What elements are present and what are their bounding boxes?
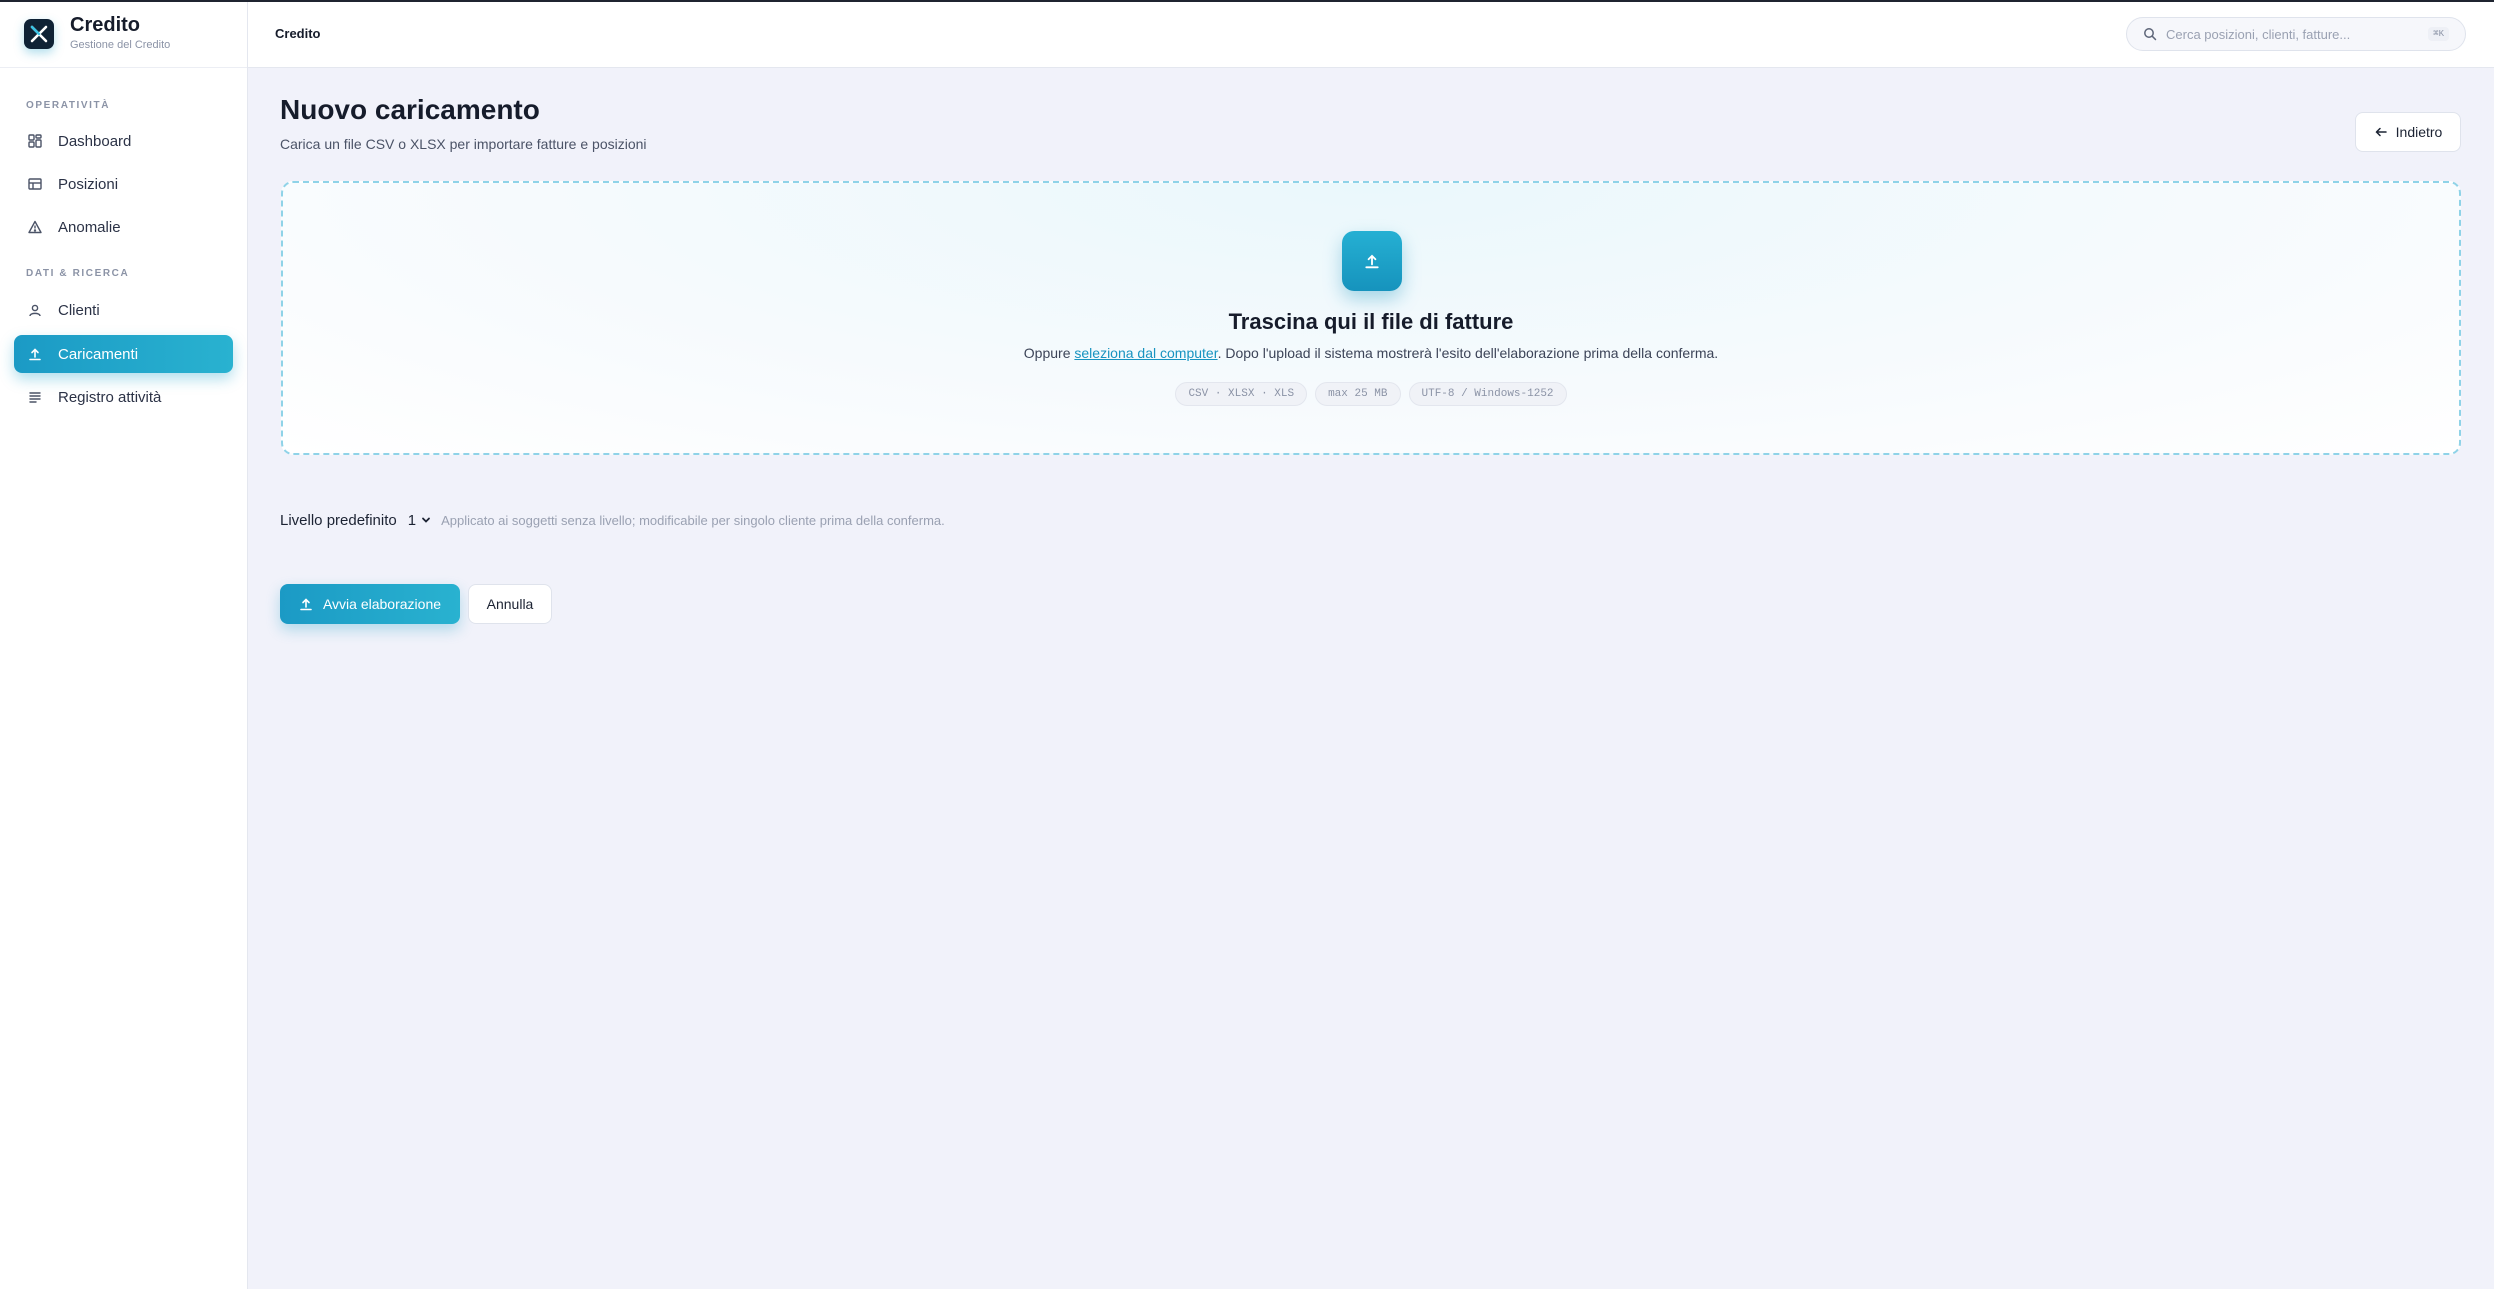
back-button-label: Indietro — [2395, 124, 2443, 140]
app-subtitle: Gestione del Credito — [70, 39, 171, 51]
dropzone-title: Trascina qui il file di fatture — [1228, 309, 1514, 334]
default-level-value: 1 — [407, 511, 417, 529]
page-title: Nuovo caricamento — [280, 94, 540, 125]
breadcrumb[interactable]: Credito — [275, 26, 321, 41]
section-label-operativita: OPERATIVITÀ — [26, 100, 111, 111]
back-button[interactable]: Indietro — [2355, 112, 2461, 152]
sidebar-item-label: Anomalie — [58, 218, 121, 236]
sidebar-item-caricamenti[interactable]: Caricamenti — [14, 335, 233, 373]
default-level-row: Livello predefinito 1 Applicato ai sogge… — [280, 509, 945, 531]
user-icon — [27, 302, 43, 318]
default-level-help: Applicato ai soggetti senza livello; mod… — [441, 512, 945, 528]
brand[interactable]: Credito Gestione del Credito — [0, 2, 247, 68]
section-label-dati-ricerca: DATI & RICERCA — [26, 268, 130, 279]
size-limit-chip: max 25 MB — [1315, 382, 1401, 406]
dropzone-instructions: Oppure seleziona dal computer. Dopo l'up… — [283, 345, 2459, 361]
start-processing-button[interactable]: Avvia elaborazione — [280, 584, 460, 624]
dropzone-text-prefix: Oppure — [1023, 345, 1075, 361]
chevron-down-icon — [421, 515, 431, 525]
dropzone-text-suffix: . Dopo l'upload il sistema mostrerà l'es… — [1217, 345, 1719, 361]
upload-icon — [27, 346, 43, 362]
sidebar-item-posizioni[interactable]: Posizioni — [14, 165, 233, 203]
sidebar: Credito Gestione del Credito OPERATIVITÀ… — [0, 2, 248, 1289]
table-icon — [27, 176, 43, 192]
warning-icon — [27, 219, 43, 235]
upload-icon — [299, 597, 313, 611]
start-processing-label: Avvia elaborazione — [322, 596, 442, 612]
sidebar-item-registro-attivita[interactable]: Registro attività — [14, 378, 233, 416]
page-subtitle: Carica un file CSV o XLSX per importare … — [280, 136, 647, 152]
search-box[interactable]: ⌘K — [2126, 17, 2466, 51]
encoding-chip: UTF-8 / Windows-1252 — [1408, 382, 1567, 406]
app-name: Credito — [70, 14, 140, 36]
list-icon — [27, 389, 43, 405]
default-level-select[interactable]: 1 — [408, 512, 431, 529]
sidebar-item-label: Clienti — [58, 301, 100, 319]
upload-icon — [1342, 231, 1402, 291]
search-input[interactable] — [2166, 26, 2416, 42]
cancel-button[interactable]: Annulla — [468, 584, 552, 624]
format-chip: CSV · XLSX · XLS — [1175, 382, 1308, 406]
sidebar-item-anomalie[interactable]: Anomalie — [14, 208, 233, 246]
x-logo-icon — [24, 19, 54, 49]
top-header: Credito ⌘K — [248, 2, 2494, 68]
select-from-computer-link[interactable]: seleziona dal computer — [1074, 345, 1217, 361]
sidebar-item-label: Dashboard — [58, 132, 132, 150]
sidebar-item-dashboard[interactable]: Dashboard — [14, 122, 233, 160]
search-shortcut-hint: ⌘K — [2428, 27, 2449, 41]
search-icon — [2143, 27, 2157, 41]
sidebar-item-label: Caricamenti — [58, 345, 139, 363]
file-dropzone[interactable]: Trascina qui il file di fatture Oppure s… — [281, 181, 2461, 455]
default-level-label: Livello predefinito — [280, 511, 397, 529]
sidebar-item-label: Registro attività — [58, 388, 162, 406]
format-chips: CSV · XLSX · XLS max 25 MB UTF-8 / Windo… — [283, 382, 2459, 406]
sidebar-item-label: Posizioni — [58, 175, 119, 193]
sidebar-item-clienti[interactable]: Clienti — [14, 291, 233, 329]
arrow-left-icon — [2374, 125, 2388, 139]
grid-icon — [27, 133, 43, 149]
